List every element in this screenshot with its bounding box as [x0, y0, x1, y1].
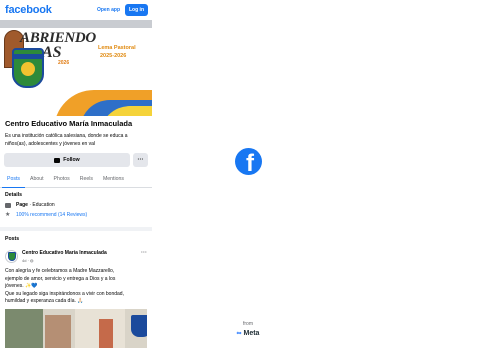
page: facebook Open app Log in ABRIENDO AS 202…: [0, 0, 500, 348]
detail-recommend-row: ★ 100% recommend (14 Reviews): [5, 212, 147, 218]
tab-about[interactable]: About: [25, 173, 49, 188]
tab-reels[interactable]: Reels: [75, 173, 98, 188]
school-crest-icon: [12, 48, 44, 88]
post-image-crest-icon: [131, 314, 147, 337]
post-image[interactable]: [5, 308, 147, 348]
post-card: Centro Educativo María Inmaculada 4d · ◍…: [0, 246, 152, 348]
meta-infinity-icon: ∞: [236, 330, 242, 337]
from-label: from: [243, 321, 253, 327]
post-author-block: Centro Educativo María Inmaculada 4d · ◍: [22, 250, 107, 263]
post-timestamp: 4d · ◍: [22, 258, 34, 263]
avatar-crest-icon: [7, 252, 16, 261]
top-bar: facebook Open app Log in: [0, 0, 152, 20]
post-author[interactable]: Centro Educativo María Inmaculada: [22, 250, 107, 256]
crest-band: [13, 54, 43, 59]
meta-logo: ∞ Meta: [236, 330, 260, 337]
tab-posts[interactable]: Posts: [2, 173, 25, 188]
post-more-button[interactable]: ···: [141, 250, 147, 256]
page-column: facebook Open app Log in ABRIENDO AS 202…: [0, 0, 152, 348]
cover-year: 2026: [58, 60, 70, 66]
cover-motto-label: Lema Pastoral: [98, 45, 136, 51]
follow-label: Follow: [63, 157, 80, 163]
recommend-link[interactable]: 100% recommend (14 Reviews): [16, 212, 87, 218]
page-tabs: Posts About Photos Reels Mentions: [0, 173, 152, 188]
page-category-icon: [5, 202, 11, 208]
follow-icon: [54, 157, 61, 163]
details-title: Details: [5, 192, 23, 198]
open-app-link[interactable]: Open app: [97, 7, 120, 13]
facebook-logo[interactable]: facebook: [5, 4, 52, 16]
more-options-button[interactable]: ···: [133, 153, 148, 167]
page-category: Education: [32, 202, 55, 208]
star-icon: ★: [5, 212, 11, 218]
avatar[interactable]: [5, 250, 18, 263]
page-actions: Follow ···: [0, 153, 152, 167]
tab-mentions[interactable]: Mentions: [98, 173, 129, 188]
post-image-region: [5, 308, 43, 348]
tab-photos[interactable]: Photos: [49, 173, 75, 188]
detail-category-row: Page · Education: [5, 202, 147, 208]
post-header: Centro Educativo María Inmaculada 4d · ◍…: [5, 250, 147, 263]
top-actions: Open app Log in: [97, 4, 148, 16]
cover-motto-years: 2025-2026: [100, 53, 127, 59]
crest-emblem: [21, 62, 35, 76]
follow-button[interactable]: Follow: [4, 153, 130, 167]
globe-icon: ◍: [30, 258, 34, 263]
page-description: Es una institución católica salesiana, d…: [5, 133, 128, 147]
page-label: Page: [16, 202, 28, 208]
posts-title: Posts: [5, 236, 20, 242]
page-title: Centro Educativo María Inmaculada: [5, 119, 133, 128]
login-button[interactable]: Log in: [125, 4, 148, 16]
facebook-f-icon: f: [235, 148, 262, 175]
cover-photo[interactable]: ABRIENDO AS 2026 Lema Pastoral 2025-2026: [0, 20, 152, 116]
details-section: Details Page · Education ★ 100% recommen…: [0, 188, 152, 227]
post-image-region: [45, 314, 71, 348]
post-text: Con alegría y fe celebramos a Madre Mazz…: [5, 268, 124, 304]
post-image-region: [99, 318, 113, 348]
